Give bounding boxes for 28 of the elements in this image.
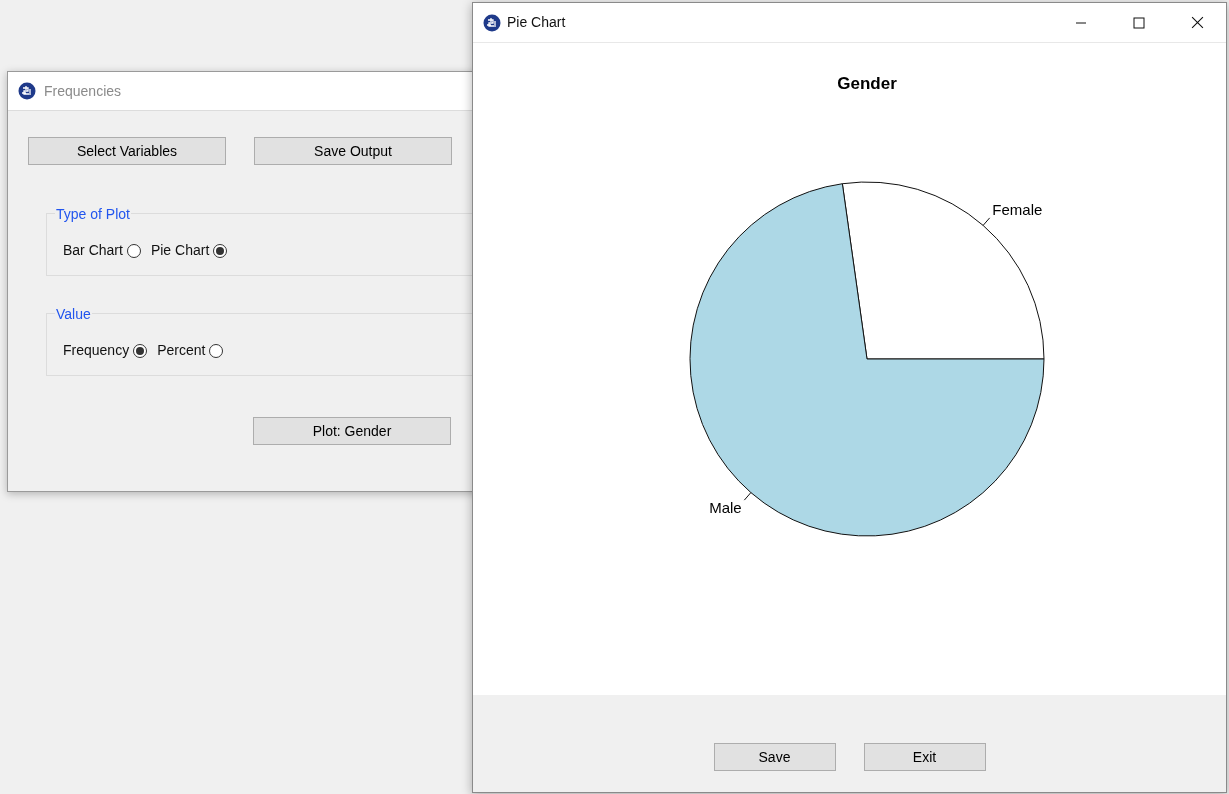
window-title: Pie Chart (507, 13, 566, 32)
action-button[interactable]: Save Output (254, 137, 452, 165)
radio-option[interactable]: Pie Chart (150, 240, 228, 261)
radio-button[interactable] (133, 343, 148, 358)
option-label: Frequency (63, 341, 130, 360)
leader-line (743, 492, 752, 501)
chart-title: Gender (837, 74, 897, 93)
app-logo-icon (18, 82, 36, 100)
close-icon (1190, 16, 1204, 29)
slice-label: Female (992, 200, 1043, 218)
radio-option[interactable]: Percent (157, 340, 224, 361)
plot-button[interactable]: Plot: Gender (253, 417, 451, 445)
slice-label: Male (709, 499, 742, 517)
action-button[interactable]: Exit (863, 743, 986, 771)
option-label: Pie Chart (150, 241, 210, 260)
radio-button[interactable] (209, 343, 224, 358)
window-title: Frequencies (44, 81, 122, 101)
app-logo-icon (483, 13, 501, 32)
radio-option[interactable]: Frequency (63, 340, 148, 361)
radio-button[interactable] (126, 243, 141, 258)
maximize-icon (1133, 16, 1145, 29)
leader-line (982, 217, 991, 226)
radio-button[interactable] (213, 243, 228, 258)
action-button[interactable]: Save (713, 743, 836, 771)
radio-option[interactable]: Bar Chart (63, 240, 141, 261)
action-button[interactable]: Select Variables (28, 137, 226, 165)
option-label: Bar Chart (63, 241, 123, 260)
option-label: Percent (157, 341, 206, 360)
